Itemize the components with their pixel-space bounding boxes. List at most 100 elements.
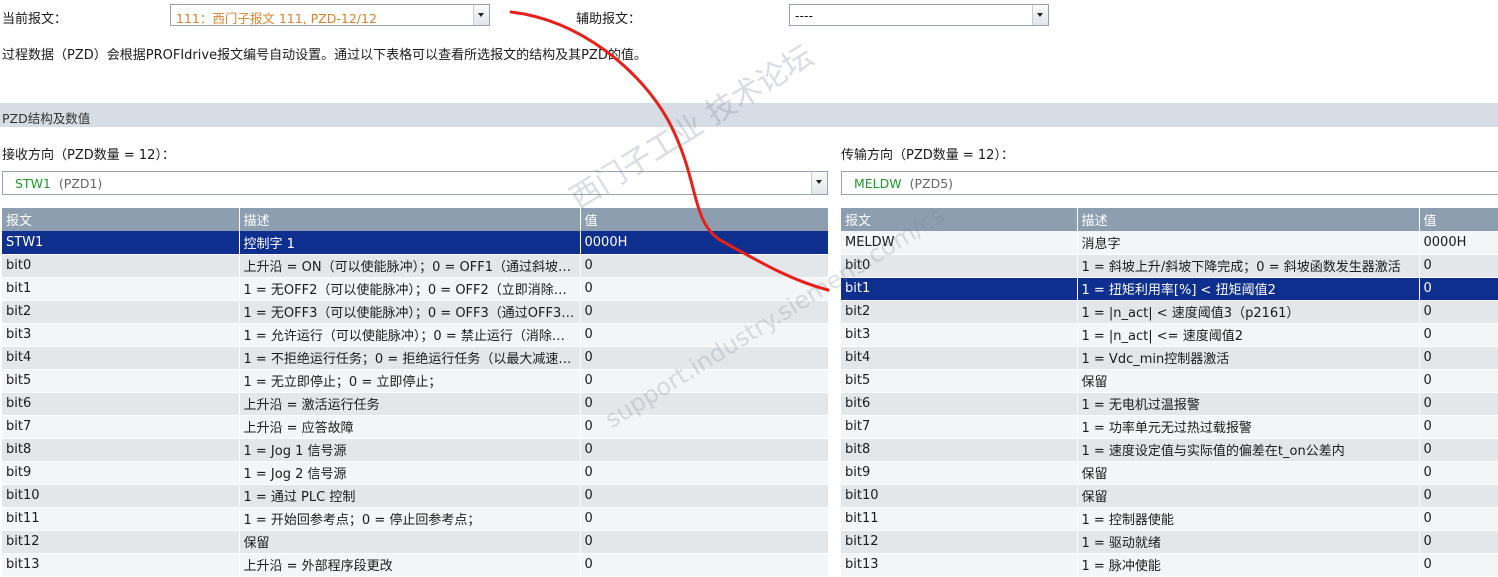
cell-description[interactable]: 1 = 无电机过温报警 [1077,392,1420,416]
column-header-description[interactable]: 描述 [1077,208,1420,231]
cell-telegram[interactable]: bit0 [2,254,240,278]
cell-value[interactable]: 0 [580,254,829,278]
table-row[interactable]: bit0 1 = 斜坡上升/斜坡下降完成；0 = 斜坡函数发生器激活 0 [841,254,1498,278]
cell-telegram[interactable]: bit7 [841,415,1078,439]
cell-description[interactable]: 上升沿 = ON（可以使能脉冲）；0 = OFF1（通过斜坡函数发生器制动） [239,254,581,278]
cell-description[interactable]: 1 = Jog 2 信号源 [239,461,581,485]
cell-telegram[interactable]: bit12 [841,530,1078,554]
cell-value[interactable]: 0 [580,507,829,531]
cell-telegram[interactable]: bit8 [2,438,240,462]
cell-telegram[interactable]: bit0 [841,254,1078,278]
cell-description[interactable]: 1 = 功率单元无过热过载报警 [1077,415,1420,439]
cell-value[interactable]: 0 [580,553,829,577]
cell-telegram[interactable]: bit5 [2,369,240,393]
table-row[interactable]: bit5 保留 0 [841,369,1498,393]
table-row[interactable]: bit10 1 = 通过 PLC 控制 0 [2,484,829,508]
cell-description[interactable]: 1 = 脉冲使能 [1077,553,1420,577]
cell-value[interactable]: 0 [1419,346,1498,370]
current-telegram-select[interactable]: 111：西门子报文 111, PZD-12/12 [170,4,490,26]
table-row[interactable]: bit6 上升沿 = 激活运行任务 0 [2,392,829,416]
cell-value[interactable]: 0 [1419,369,1498,393]
cell-description[interactable]: 1 = |n_act| <= 速度阈值2 [1077,323,1420,347]
table-row[interactable]: bit13 上升沿 = 外部程序段更改 0 [2,553,829,577]
cell-telegram[interactable]: bit13 [841,553,1078,577]
cell-value[interactable]: 0 [1419,300,1498,324]
table-row[interactable]: MELDW 消息字 0000H [841,231,1498,255]
cell-value[interactable]: 0 [580,277,829,301]
cell-value[interactable]: 0 [1419,323,1498,347]
table-row[interactable]: bit9 1 = Jog 2 信号源 0 [2,461,829,485]
cell-value[interactable]: 0 [580,346,829,370]
cell-telegram[interactable]: bit8 [841,438,1078,462]
table-row[interactable]: bit4 1 = 不拒绝运行任务；0 = 拒绝运行任务（以最大减速度制动） 0 [2,346,829,370]
cell-telegram[interactable]: bit2 [841,300,1078,324]
cell-value[interactable]: 0 [580,461,829,485]
cell-description[interactable]: 保留 [1077,461,1420,485]
cell-value[interactable]: 0 [580,392,829,416]
column-header-description[interactable]: 描述 [239,208,581,231]
table-row[interactable]: bit1 1 = 无OFF2（可以使能脉冲）；0 = OFF2（立即消除脉冲） 0 [2,277,829,301]
cell-description[interactable]: 1 = 扭矩利用率[%] < 扭矩阈值2 [1077,277,1420,301]
cell-value[interactable]: 0 [1419,392,1498,416]
cell-telegram[interactable]: bit6 [841,392,1078,416]
cell-telegram[interactable]: bit5 [841,369,1078,393]
cell-value[interactable]: 0 [1419,553,1498,577]
table-row[interactable]: bit3 1 = |n_act| <= 速度阈值2 0 [841,323,1498,347]
cell-value[interactable]: 0 [1419,277,1498,301]
cell-telegram[interactable]: bit9 [2,461,240,485]
cell-description[interactable]: 保留 [1077,369,1420,393]
table-row[interactable]: bit0上升沿 = ON（可以使能脉冲）；0 = OFF1（通过斜坡函数发生器制… [2,254,829,278]
cell-description[interactable]: 上升沿 = 应答故障 [239,415,581,439]
cell-value[interactable]: 0 [580,323,829,347]
cell-value[interactable]: 0 [1419,254,1498,278]
cell-value[interactable]: 0 [1419,530,1498,554]
cell-telegram[interactable]: bit9 [841,461,1078,485]
cell-telegram[interactable]: bit4 [2,346,240,370]
cell-telegram[interactable]: bit7 [2,415,240,439]
cell-value[interactable]: 0000H [1419,231,1498,255]
cell-value[interactable]: 0 [1419,415,1498,439]
column-header-value[interactable]: 值 [580,208,829,231]
table-row[interactable]: bit8 1 = Jog 1 信号源 0 [2,438,829,462]
column-header-telegram[interactable]: 报文 [2,208,240,231]
table-row[interactable]: bit11 1 = 控制器使能 0 [841,507,1498,531]
cell-description[interactable]: 上升沿 = 激活运行任务 [239,392,581,416]
cell-description[interactable]: 1 = 速度设定值与实际值的偏差在t_on公差内 [1077,438,1420,462]
cell-description[interactable]: 保留 [1077,484,1420,508]
cell-telegram[interactable]: bit12 [2,530,240,554]
table-row[interactable]: bit8 1 = 速度设定值与实际值的偏差在t_on公差内 0 [841,438,1498,462]
table-row[interactable]: bit7 上升沿 = 应答故障 0 [2,415,829,439]
cell-telegram[interactable]: STW1 [2,231,240,255]
cell-telegram[interactable]: bit13 [2,553,240,577]
cell-description[interactable]: 1 = Vdc_min控制器激活 [1077,346,1420,370]
cell-telegram[interactable]: bit4 [841,346,1078,370]
cell-description[interactable]: 1 = 斜坡上升/斜坡下降完成；0 = 斜坡函数发生器激活 [1077,254,1420,278]
chevron-down-icon[interactable] [811,172,827,194]
cell-description[interactable]: 1 = 无OFF2（可以使能脉冲）；0 = OFF2（立即消除脉冲） [239,277,581,301]
cell-value[interactable]: 0 [580,484,829,508]
cell-value[interactable]: 0000H [580,231,829,255]
cell-description[interactable]: 1 = 驱动就绪 [1077,530,1420,554]
cell-telegram[interactable]: bit2 [2,300,240,324]
cell-description[interactable]: 控制字 1 [239,231,581,255]
cell-description[interactable]: 1 = 控制器使能 [1077,507,1420,531]
cell-telegram[interactable]: bit11 [2,507,240,531]
cell-description[interactable]: 1 = |n_act| < 速度阈值3（p2161） [1077,300,1420,324]
cell-telegram[interactable]: MELDW [841,231,1078,255]
cell-value[interactable]: 0 [580,415,829,439]
cell-value[interactable]: 0 [1419,507,1498,531]
table-row[interactable]: bit2 1 = |n_act| < 速度阈值3（p2161） 0 [841,300,1498,324]
table-row[interactable]: bit3 1 = 允许运行（可以使能脉冲）；0 = 禁止运行（消除脉冲） 0 [2,323,829,347]
cell-telegram[interactable]: bit6 [2,392,240,416]
chevron-down-icon[interactable] [473,5,489,25]
cell-description[interactable]: 消息字 [1077,231,1420,255]
table-row[interactable]: bit12 保留 0 [2,530,829,554]
cell-value[interactable]: 0 [580,369,829,393]
table-row[interactable]: bit12 1 = 驱动就绪 0 [841,530,1498,554]
cell-telegram[interactable]: bit1 [2,277,240,301]
column-header-value[interactable]: 值 [1419,208,1498,231]
cell-description[interactable]: 上升沿 = 外部程序段更改 [239,553,581,577]
cell-description[interactable]: 1 = 无立即停止；0 = 立即停止； [239,369,581,393]
cell-telegram[interactable]: bit1 [841,277,1078,301]
column-header-telegram[interactable]: 报文 [841,208,1078,231]
